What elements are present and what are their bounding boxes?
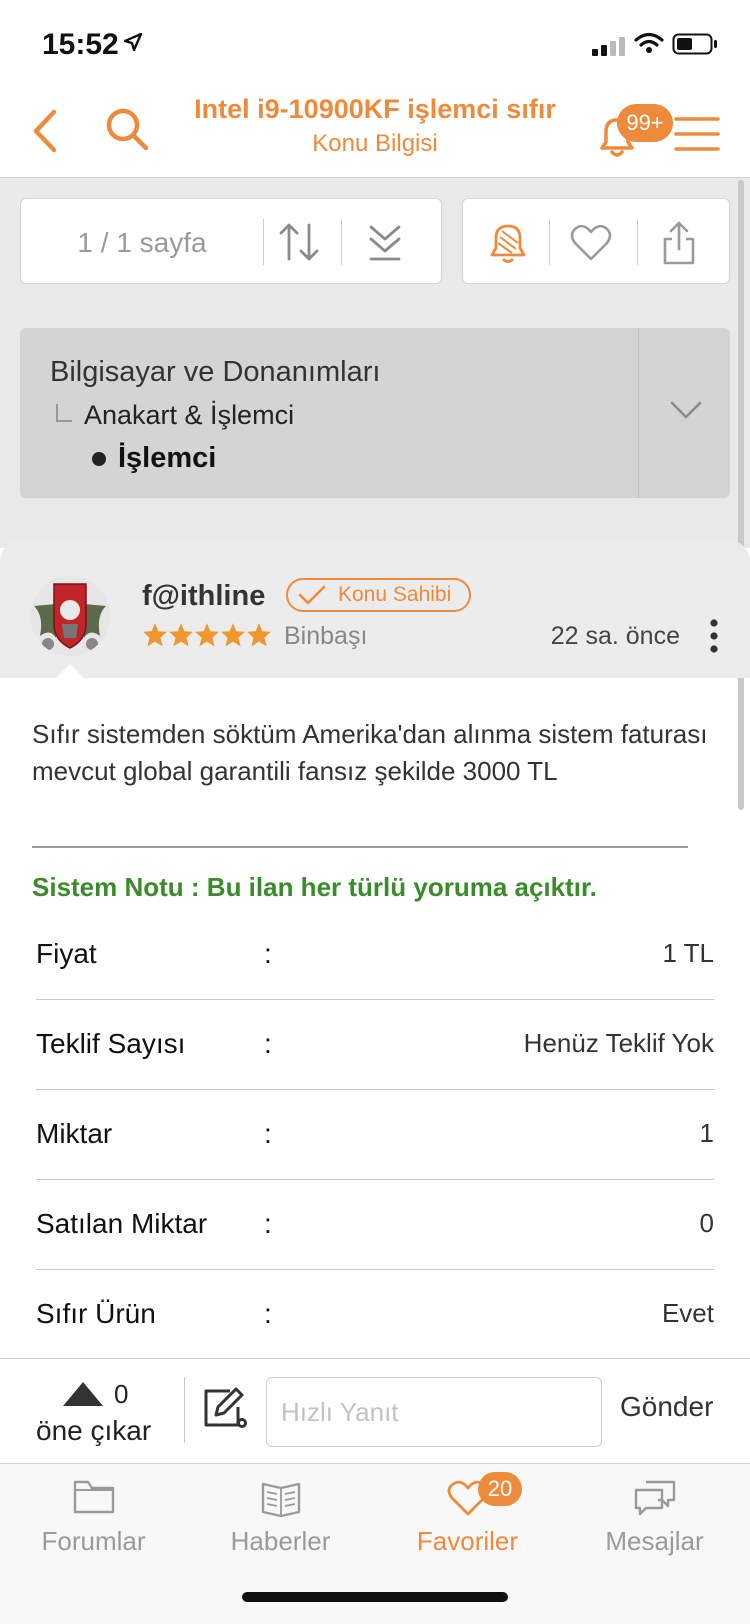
category-breadcrumb[interactable]: Bilgisayar ve Donanımları Anakart & İşle… (20, 328, 730, 498)
wifi-icon (634, 32, 664, 53)
info-label: Fiyat (36, 938, 97, 969)
toolbar-divider (637, 219, 638, 265)
sort-arrows-icon[interactable] (277, 219, 321, 265)
status-bar: 15:52 (0, 0, 750, 90)
post-username[interactable]: f@ithline (142, 580, 265, 613)
tab-messages[interactable]: Mesajlar (561, 1464, 748, 1564)
upvote-count: 0 (114, 1379, 129, 1409)
info-label: Sıfır Ürün (36, 1298, 156, 1329)
compose-edit-icon[interactable] (202, 1385, 250, 1431)
breadcrumb-divider (638, 328, 639, 498)
post-divider (32, 846, 688, 848)
info-row-price: Fiyat : 1 TL (36, 910, 714, 1000)
avatar[interactable] (30, 576, 110, 656)
quick-reply-input[interactable] (266, 1377, 602, 1447)
owner-badge-label: Konu Sahibi (338, 583, 452, 606)
tab-label: Mesajlar (605, 1526, 704, 1556)
home-indicator[interactable] (242, 1592, 508, 1602)
info-value: Evet (661, 1298, 714, 1328)
breadcrumb-level1[interactable]: Bilgisayar ve Donanımları (50, 356, 380, 389)
info-separator: : (264, 938, 272, 969)
toolbar-divider (263, 219, 264, 265)
quick-reply-bar: 0 öne çıkar Gönder (0, 1358, 750, 1464)
more-options-icon[interactable] (708, 618, 720, 654)
breadcrumb-level2[interactable]: Anakart & İşlemci (84, 400, 294, 431)
topic-tools-area: 1 / 1 sayfa Bilgisayar ve Donanımları An… (0, 178, 750, 548)
info-value: 1 TL (662, 938, 714, 968)
star-icon (169, 623, 193, 647)
newspaper-icon (261, 1482, 300, 1518)
search-icon[interactable] (104, 106, 150, 152)
upvote-button[interactable]: öne çıkar (36, 1415, 151, 1447)
breadcrumb-bullet (92, 452, 106, 466)
user-rank: Binbaşı (284, 622, 368, 650)
info-separator: : (264, 1118, 272, 1149)
page-subtitle: Konu Bilgisi (312, 130, 438, 157)
cellular-signal-icon (592, 37, 625, 56)
post-pointer (56, 664, 84, 678)
info-row-offer-count: Teklif Sayısı : Henüz Teklif Yok (36, 1000, 714, 1090)
listing-info-table: Fiyat : 1 TL Teklif Sayısı : Henüz Tekli… (36, 910, 714, 1360)
check-icon (298, 585, 326, 605)
info-separator: : (264, 1208, 272, 1239)
tab-news[interactable]: Haberler (187, 1464, 374, 1564)
tab-forums[interactable]: Forumlar (0, 1464, 187, 1564)
info-label: Miktar (36, 1118, 113, 1149)
post-time: 22 sa. önce (550, 622, 680, 650)
status-time: 15:52 (42, 28, 119, 61)
toolbar-divider (549, 219, 550, 265)
info-label: Satılan Miktar (36, 1208, 208, 1239)
tab-label: Favoriler (416, 1526, 519, 1556)
star-icon (143, 623, 167, 647)
follow-bell-icon[interactable] (487, 219, 529, 265)
jump-to-bottom-icon[interactable] (367, 219, 403, 265)
page-info[interactable]: 1 / 1 sayfa (21, 227, 263, 259)
info-value: 1 (699, 1118, 714, 1148)
avatar-emblem-icon (30, 576, 110, 656)
scrollbar[interactable] (738, 180, 744, 810)
hamburger-menu-icon[interactable] (674, 114, 720, 154)
bottom-tab-bar: Forumlar Haberler 20 Favoriler Mesajlar (0, 1464, 750, 1624)
topic-actions-toolbar (462, 198, 730, 284)
info-separator: : (264, 1028, 272, 1059)
breadcrumb-level3[interactable]: İşlemci (118, 442, 216, 475)
info-value: 0 (699, 1208, 714, 1238)
info-row-new-product: Sıfır Ürün : Evet (36, 1270, 714, 1360)
reply-divider (184, 1377, 185, 1443)
toolbar-divider (341, 219, 342, 265)
info-separator: : (264, 1298, 272, 1329)
system-note: Sistem Notu : Bu ilan her türlü yoruma a… (32, 872, 597, 902)
info-row-quantity: Miktar : 1 (36, 1090, 714, 1180)
back-chevron-icon[interactable] (28, 108, 62, 154)
info-row-sold-quantity: Satılan Miktar : 0 (36, 1180, 714, 1270)
topic-owner-badge: Konu Sahibi (286, 578, 472, 612)
info-value: Henüz Teklif Yok (523, 1028, 714, 1058)
nav-bar: Intel i9-10900KF işlemci sıfır Konu Bilg… (0, 90, 750, 178)
battery-icon (672, 33, 717, 55)
page-toolbar: 1 / 1 sayfa (20, 198, 442, 284)
star-icon (195, 623, 219, 647)
chevron-down-icon[interactable] (670, 400, 702, 420)
tab-label: Forumlar (41, 1526, 146, 1556)
share-icon[interactable] (661, 219, 697, 265)
folder-icon (73, 1480, 114, 1514)
breadcrumb-branch-line (56, 404, 72, 422)
star-icon (221, 623, 245, 647)
post-body: Sıfır sistemden söktüm Amerika'dan alınm… (32, 719, 708, 786)
location-arrow-icon (124, 33, 142, 51)
page-title: Intel i9-10900KF işlemci sıfır (194, 94, 556, 124)
favorite-heart-icon[interactable] (569, 219, 613, 265)
send-button[interactable]: Gönder (620, 1391, 713, 1423)
info-label: Teklif Sayısı (36, 1028, 186, 1059)
rating-stars (142, 622, 272, 648)
messages-icon (634, 1480, 675, 1516)
post-header: f@ithline Konu Sahibi Binbaşı 22 sa. önc… (0, 540, 750, 678)
upvote-triangle-icon[interactable] (62, 1381, 104, 1407)
star-icon (247, 623, 271, 647)
tab-label: Haberler (230, 1526, 331, 1556)
tab-favorites[interactable]: 20 Favoriler (374, 1464, 561, 1564)
notification-badge: 99+ (617, 104, 673, 142)
favorites-badge: 20 (478, 1472, 522, 1506)
